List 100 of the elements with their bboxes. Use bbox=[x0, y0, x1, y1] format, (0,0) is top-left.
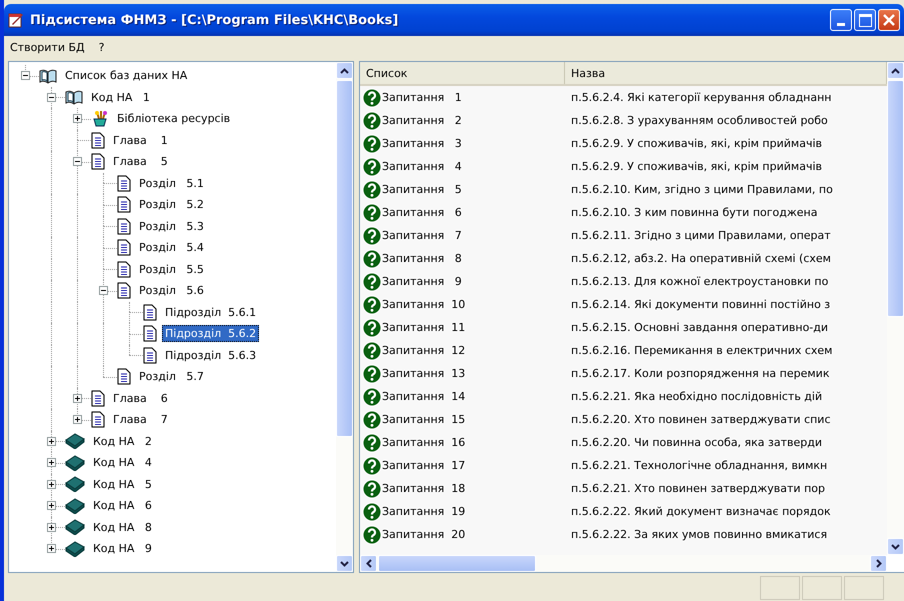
question-icon bbox=[363, 526, 381, 544]
collapse-toggle[interactable] bbox=[99, 286, 108, 295]
question-icon bbox=[363, 134, 381, 152]
expand-toggle[interactable] bbox=[47, 480, 56, 488]
question-icon bbox=[363, 88, 381, 106]
question-icon bbox=[363, 388, 381, 406]
question-title: п.5.6.2.21. Яка необхідно послідовність дій bbox=[570, 390, 822, 403]
collapse-toggle[interactable] bbox=[47, 92, 56, 102]
tree-item[interactable]: Розділ 5.3 bbox=[136, 218, 207, 235]
question-name: Запитання 2 bbox=[382, 114, 462, 127]
tree-item[interactable]: Код НА 9 bbox=[90, 540, 155, 558]
close-button[interactable] bbox=[878, 9, 900, 31]
vertical-scrollbar[interactable] bbox=[887, 62, 904, 555]
collapse-toggle[interactable] bbox=[21, 71, 30, 80]
expand-toggle[interactable] bbox=[47, 501, 56, 510]
window-title: Підсистема ФНМЗ - [C:\Program Files\KHC\Books] bbox=[30, 12, 398, 28]
tree-item[interactable]: Розділ 5.1 bbox=[136, 174, 207, 192]
tree-item[interactable]: Розділ 5.7 bbox=[136, 368, 207, 386]
caret-down-icon bbox=[340, 560, 349, 566]
tree-item[interactable]: Глава 1 bbox=[110, 132, 171, 149]
question-name: Запитання 8 bbox=[382, 252, 462, 265]
document-icon bbox=[117, 239, 131, 256]
question-name: Запитання 9 bbox=[382, 275, 462, 288]
tree-item[interactable]: Підрозділ 5.6.3 bbox=[162, 346, 260, 364]
tree-item[interactable]: Код НА 8 bbox=[90, 518, 155, 536]
tree-item[interactable]: Код НА 5 bbox=[90, 476, 155, 493]
expand-toggle[interactable] bbox=[47, 458, 56, 467]
tree-item[interactable]: Підрозділ 5.6.1 bbox=[162, 304, 260, 321]
notepad-icon bbox=[8, 12, 24, 28]
tree-item[interactable]: Бібліотека ресурсів bbox=[114, 110, 234, 128]
question-name: Запитання 20 bbox=[382, 528, 466, 541]
question-name: Запитання 18 bbox=[382, 482, 466, 495]
book-icon bbox=[65, 519, 85, 536]
tree-item[interactable]: Глава 7 bbox=[110, 411, 171, 428]
tree-item[interactable]: Код НА 2 bbox=[90, 432, 155, 450]
menu-item[interactable]: ? bbox=[98, 40, 104, 54]
document-icon bbox=[117, 282, 131, 300]
question-title: п.5.6.2.22. Який документ визначає порядок bbox=[570, 505, 831, 518]
tree-item[interactable]: Підрозділ 5.6.2 bbox=[162, 325, 260, 342]
tree-item[interactable]: Глава 5 bbox=[110, 153, 171, 170]
question-title: п.5.6.2.21. Хто повинен затверджувати пор bbox=[570, 482, 825, 495]
tree-item[interactable]: Розділ 5.4 bbox=[136, 239, 207, 256]
tree-item[interactable]: Список баз даних НА bbox=[62, 67, 190, 84]
expand-toggle[interactable] bbox=[47, 544, 56, 553]
question-title: п.5.6.2.16. Перемикання в електричних схем bbox=[570, 344, 832, 357]
question-title: п.5.6.2.14. Які документи повинні постійно з bbox=[570, 298, 830, 311]
open-book-icon bbox=[65, 89, 83, 106]
question-icon bbox=[363, 342, 381, 360]
document-icon bbox=[117, 174, 131, 192]
vertical-scrollbar[interactable] bbox=[336, 62, 353, 572]
expand-toggle[interactable] bbox=[47, 436, 56, 446]
question-title: п.5.6.2.20. Чи повинна особа, яка затверди bbox=[570, 436, 822, 449]
expand-toggle[interactable] bbox=[73, 114, 82, 123]
document-icon bbox=[143, 325, 157, 342]
tree-item[interactable]: Розділ 5.5 bbox=[136, 260, 207, 278]
caret-left-icon bbox=[366, 559, 372, 568]
tools-cup-icon bbox=[91, 110, 109, 127]
expand-toggle[interactable] bbox=[47, 522, 56, 532]
minimize-button[interactable] bbox=[830, 9, 852, 31]
question-icon bbox=[363, 480, 381, 498]
question-name: Запитання 15 bbox=[382, 413, 466, 426]
question-name: Запитання 10 bbox=[382, 298, 466, 311]
tree-item[interactable]: Розділ 5.6 bbox=[136, 282, 207, 300]
maximize-button[interactable] bbox=[854, 9, 876, 31]
tree-item[interactable]: Розділ 5.2 bbox=[136, 196, 207, 214]
question-title: п.5.6.2.17. Коли розпорядження на перемик bbox=[570, 367, 830, 380]
tree-item[interactable]: Код НА 4 bbox=[90, 454, 155, 472]
question-name: Запитання 6 bbox=[382, 206, 462, 219]
question-icon bbox=[363, 250, 381, 268]
question-title: п.5.6.2.8. З урахуванням особливостей робо bbox=[570, 114, 828, 127]
question-title: п.5.6.2.13. Для кожної електроустановки по bbox=[570, 275, 828, 288]
column-header[interactable]: Список bbox=[360, 62, 565, 84]
document-icon bbox=[117, 218, 131, 235]
menu-item[interactable]: Створити БД bbox=[10, 40, 85, 54]
question-title: п.5.6.2.10. З ким повинна бути погоджена bbox=[570, 206, 818, 219]
question-title: п.5.6.2.21. Технологічне обладнання, вимкн bbox=[570, 459, 828, 472]
collapse-toggle[interactable] bbox=[73, 157, 82, 166]
status-panel bbox=[844, 576, 884, 600]
tree-item[interactable]: Код НА 6 bbox=[90, 497, 155, 514]
question-name: Запитання 14 bbox=[382, 390, 466, 403]
book-icon bbox=[65, 454, 85, 471]
expand-toggle[interactable] bbox=[73, 394, 82, 402]
question-name: Запитання 13 bbox=[382, 367, 466, 380]
caret-down-icon bbox=[891, 544, 900, 550]
book-icon bbox=[65, 433, 85, 450]
question-title: п.5.6.2.10. Ким, згідно з цими Правилами, по bbox=[570, 183, 833, 196]
question-icon bbox=[363, 502, 381, 520]
expand-toggle[interactable] bbox=[73, 415, 82, 424]
document-icon bbox=[91, 153, 105, 170]
tree-item[interactable]: Код НА 1 bbox=[88, 88, 153, 106]
question-icon bbox=[363, 364, 381, 382]
question-name: Запитання 12 bbox=[382, 344, 466, 357]
question-name: Запитання 1 bbox=[382, 91, 462, 104]
horizontal-scrollbar[interactable] bbox=[360, 555, 887, 572]
document-icon bbox=[91, 132, 105, 149]
question-icon bbox=[363, 434, 381, 452]
question-title: п.5.6.2.4. Які категорії керування обладнанн bbox=[570, 91, 832, 104]
tree-item[interactable]: Глава 6 bbox=[110, 390, 171, 407]
question-name: Запитання 4 bbox=[382, 160, 462, 173]
question-icon bbox=[363, 112, 381, 130]
